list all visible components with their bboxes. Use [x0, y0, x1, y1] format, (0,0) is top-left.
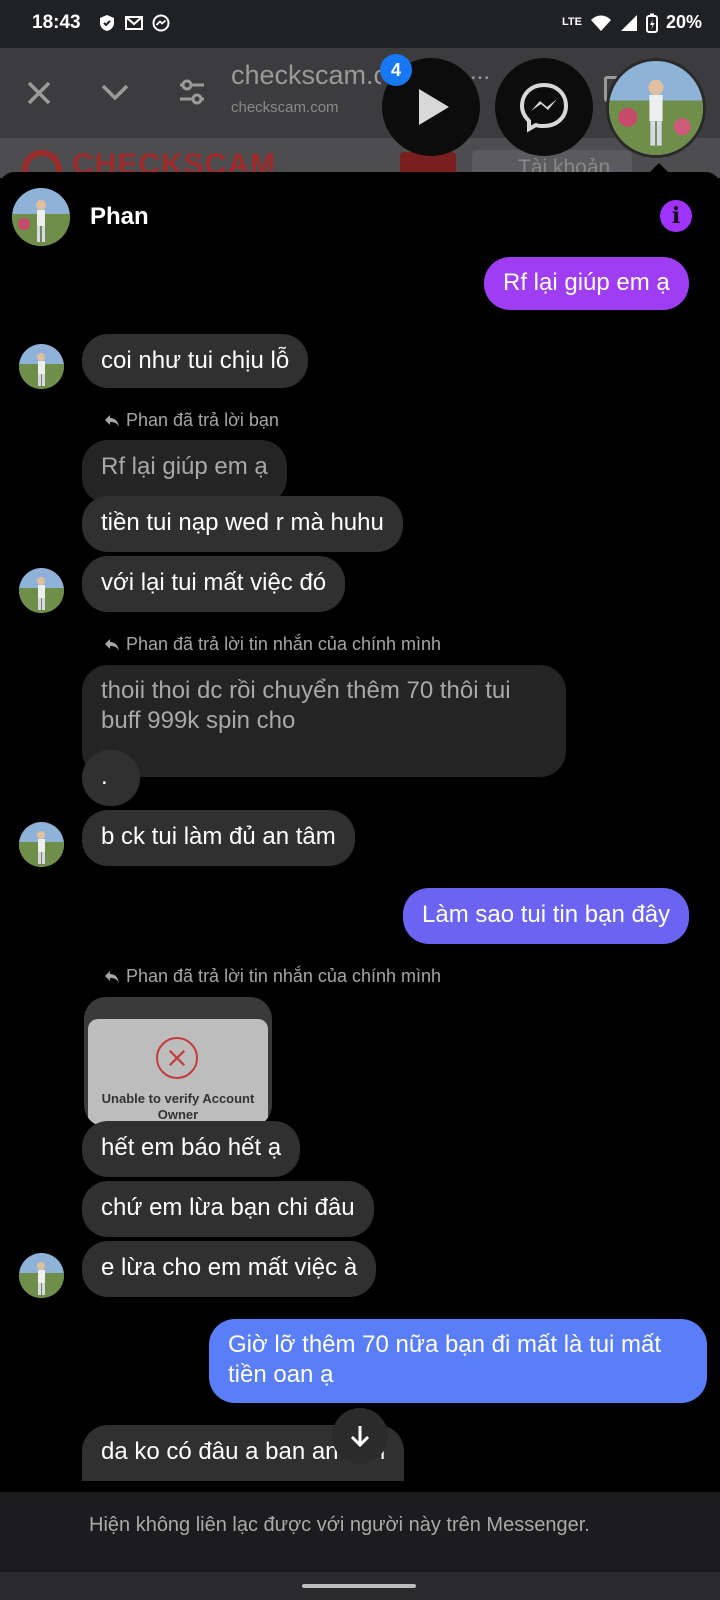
chat-window: Phan i Rf lại giúp em ạ coi như tui chịu… [0, 172, 720, 1572]
contact-chat-head[interactable] [606, 58, 706, 158]
chat-footer: Hiện không liên lạc được với người này t… [0, 1492, 720, 1572]
avatar [19, 568, 64, 613]
play-icon [419, 89, 449, 125]
incoming-message[interactable]: e lừa cho em mất việc à [82, 1241, 377, 1297]
reply-note-text: Phan đã trả lời bạn [126, 410, 279, 430]
status-time: 18:43 [32, 12, 81, 33]
messenger-icon [519, 82, 569, 133]
reply-arrow-icon [105, 414, 119, 427]
scroll-to-bottom-button[interactable] [332, 1408, 388, 1464]
signal-icon [620, 14, 637, 31]
page-title[interactable]: checkscam.c [231, 60, 381, 91]
avatar [19, 1253, 64, 1298]
reply-note: Phan đã trả lời tin nhắn của chính mình [104, 634, 441, 655]
reply-note: Phan đã trả lời tin nhắn của chính mình [104, 966, 441, 987]
battery-percent: 20% [665, 12, 702, 32]
close-icon[interactable] [22, 76, 56, 110]
messenger-chat-head[interactable] [495, 58, 593, 156]
avatar-photo [609, 61, 703, 155]
reply-arrow-icon [105, 970, 119, 983]
system-status: LTE 20% [562, 12, 702, 33]
image-attachment[interactable]: Unable to verify Account Owner [84, 997, 272, 1127]
avatar [19, 822, 64, 867]
error-x-icon [156, 1037, 198, 1079]
unread-badge: 4 [380, 54, 412, 86]
tune-icon[interactable] [178, 78, 206, 106]
image-caption-line-1: Unable to verify Account [101, 1091, 255, 1106]
reply-note-text: Phan đã trả lời tin nhắn của chính mình [126, 634, 441, 654]
page-url[interactable]: checkscam.com [231, 99, 339, 116]
image-card: Unable to verify Account Owner [88, 1019, 268, 1127]
reply-note-text: Phan đã trả lời tin nhắn của chính mình [126, 966, 441, 986]
incoming-message[interactable]: coi như tui chịu lỗ [82, 334, 309, 388]
quoted-message[interactable]: Rf lại giúp em ạ [82, 440, 287, 504]
avatar [19, 344, 64, 389]
outgoing-line-2: tiền oan ạ [228, 1361, 334, 1388]
reply-note: Phan đã trả lời bạn [104, 410, 279, 431]
wifi-icon [590, 15, 611, 31]
incoming-message[interactable]: hết em báo hết ạ [82, 1121, 301, 1177]
shield-icon [100, 15, 114, 31]
status-bar: 18:43 LTE 20% [0, 0, 720, 48]
arrow-down-icon [350, 1426, 370, 1448]
battery-icon [645, 13, 658, 33]
messenger-notif-icon [152, 14, 170, 32]
outgoing-line-1: Giờ lỡ thêm 70 nữa bạn đi mất là tui mất [228, 1331, 662, 1358]
quoted-line-1: thoii thoi dc rồi chuyển thêm 70 thôi tu… [101, 677, 511, 704]
incoming-message[interactable]: . [82, 750, 140, 806]
home-gesture-handle[interactable] [302, 1584, 416, 1588]
image-caption: Unable to verify Account Owner [88, 1091, 268, 1123]
unavailable-notice: Hiện không liên lạc được với người này t… [89, 1514, 590, 1536]
incoming-message[interactable]: chứ em lừa bạn chi đâu [82, 1181, 374, 1237]
outgoing-message[interactable]: Giờ lỡ thêm 70 nữa bạn đi mất là tui mất… [209, 1319, 707, 1403]
system-nav-bar [0, 1572, 720, 1600]
incoming-message[interactable]: b ck tui làm đủ an tâm [82, 810, 355, 866]
lte-label: LTE [562, 16, 582, 28]
quoted-message[interactable]: thoii thoi dc rồi chuyển thêm 70 thôi tu… [82, 665, 566, 777]
outgoing-message[interactable]: Rf lại giúp em ạ [484, 257, 689, 310]
reply-arrow-icon [105, 638, 119, 651]
quoted-line-2: buff 999k spin cho [101, 707, 296, 734]
chevron-down-icon[interactable] [100, 78, 130, 106]
incoming-message[interactable]: tiền tui nạp wed r mà huhu [82, 496, 403, 552]
incoming-message[interactable]: với lại tui mất việc đó [82, 556, 346, 612]
message-list[interactable]: Rf lại giúp em ạ coi như tui chịu lỗ Pha… [0, 172, 720, 1492]
notification-icons [98, 14, 170, 32]
gmail-icon [125, 16, 143, 30]
outgoing-message[interactable]: Làm sao tui tin bạn đây [403, 888, 690, 944]
